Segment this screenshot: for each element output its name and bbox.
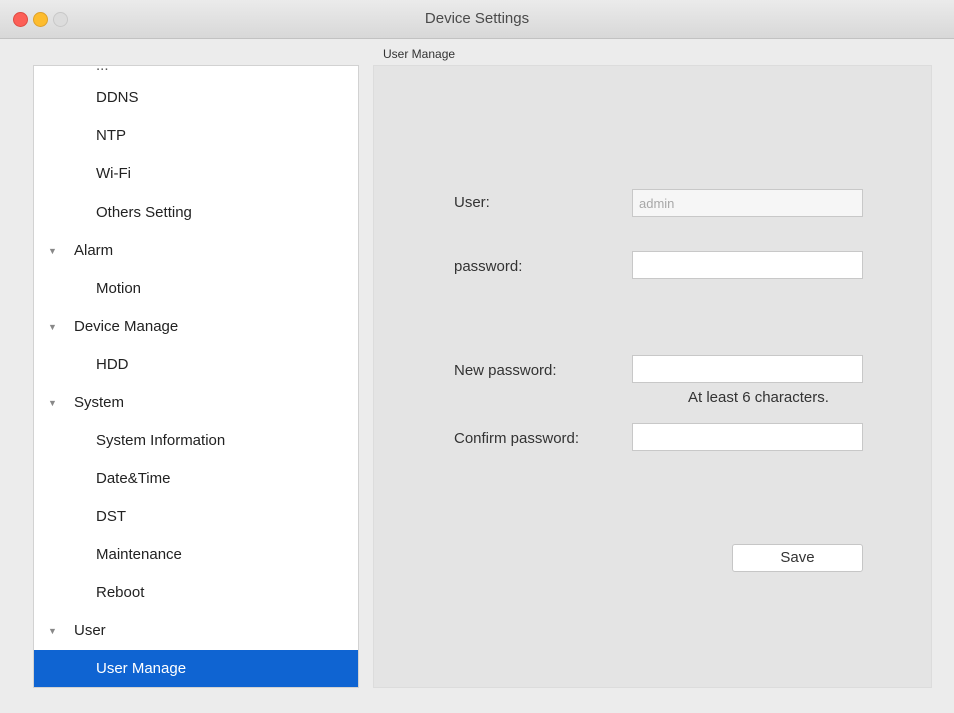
sidebar-item-label: User [74,622,106,639]
sidebar-item-label: DDNS [96,89,139,106]
password-label: password: [454,258,523,275]
new-password-label: New password: [454,362,557,379]
sidebar-item-label: Alarm [74,242,114,259]
sidebar-item-label: DST [96,508,126,525]
sidebar-item-dst[interactable]: DST [34,498,358,536]
expand-arrow-icon[interactable]: ▼ [48,308,57,346]
password-field[interactable] [632,251,863,279]
sidebar-item-others-setting[interactable]: Others Setting [34,194,358,232]
sidebar-item-maintenance[interactable]: Maintenance [34,536,358,574]
sidebar-item-label: System Information [96,432,226,449]
device-settings-window: Device Settings User Manage ... DDNS NTP… [0,0,954,713]
sidebar-item-label: Device Manage [74,318,179,335]
user-label: User: [454,194,490,211]
sidebar-item-label: Others Setting [96,204,192,221]
title-bar: Device Settings [0,0,954,39]
sidebar-item-user-manage[interactable]: User Manage [34,650,358,687]
sidebar-group-alarm[interactable]: ▼ Alarm [34,232,358,270]
sidebar-item-label: HDD [96,356,129,373]
sidebar-item-system-information[interactable]: System Information [34,422,358,460]
sidebar-item-label: User Manage [96,660,187,677]
sidebar-item-reboot[interactable]: Reboot [34,574,358,612]
sidebar-item-label: Maintenance [96,546,182,563]
section-title: User Manage [383,47,456,61]
truncated-item: ... [96,65,109,74]
sidebar-item-date-time[interactable]: Date&Time [34,460,358,498]
sidebar-group-device-manage[interactable]: ▼ Device Manage [34,308,358,346]
sidebar-item-label: Wi-Fi [96,165,131,182]
expand-arrow-icon[interactable]: ▼ [48,612,57,650]
new-password-field[interactable] [632,355,863,383]
user-field [632,189,863,217]
expand-arrow-icon[interactable]: ▼ [48,232,57,270]
settings-tree[interactable]: ... DDNS NTP Wi-Fi Others Setting ▼ Alar… [33,65,359,688]
save-button[interactable]: Save [732,544,863,572]
sidebar-item-wifi[interactable]: Wi-Fi [34,155,358,193]
sidebar-item-label: Motion [96,280,142,297]
sidebar-item-label: Reboot [96,584,145,601]
window-title: Device Settings [424,10,530,27]
sidebar-item-motion[interactable]: Motion [34,270,358,308]
password-hint: At least 6 characters. [688,389,829,406]
confirm-password-field[interactable] [632,423,863,451]
sidebar-item-label: Date&Time [96,470,171,487]
confirm-password-label: Confirm password: [454,430,580,447]
sidebar-item-hdd[interactable]: HDD [34,346,358,384]
sidebar-group-system[interactable]: ▼ System [34,384,358,422]
sidebar-group-user[interactable]: ▼ User [34,612,358,650]
sidebar-item-ntp[interactable]: NTP [34,117,358,155]
sidebar-item-ddns[interactable]: DDNS [34,79,358,117]
expand-arrow-icon[interactable]: ▼ [48,384,57,422]
sidebar-item-label: NTP [96,127,126,144]
sidebar-item-label: System [74,394,125,411]
